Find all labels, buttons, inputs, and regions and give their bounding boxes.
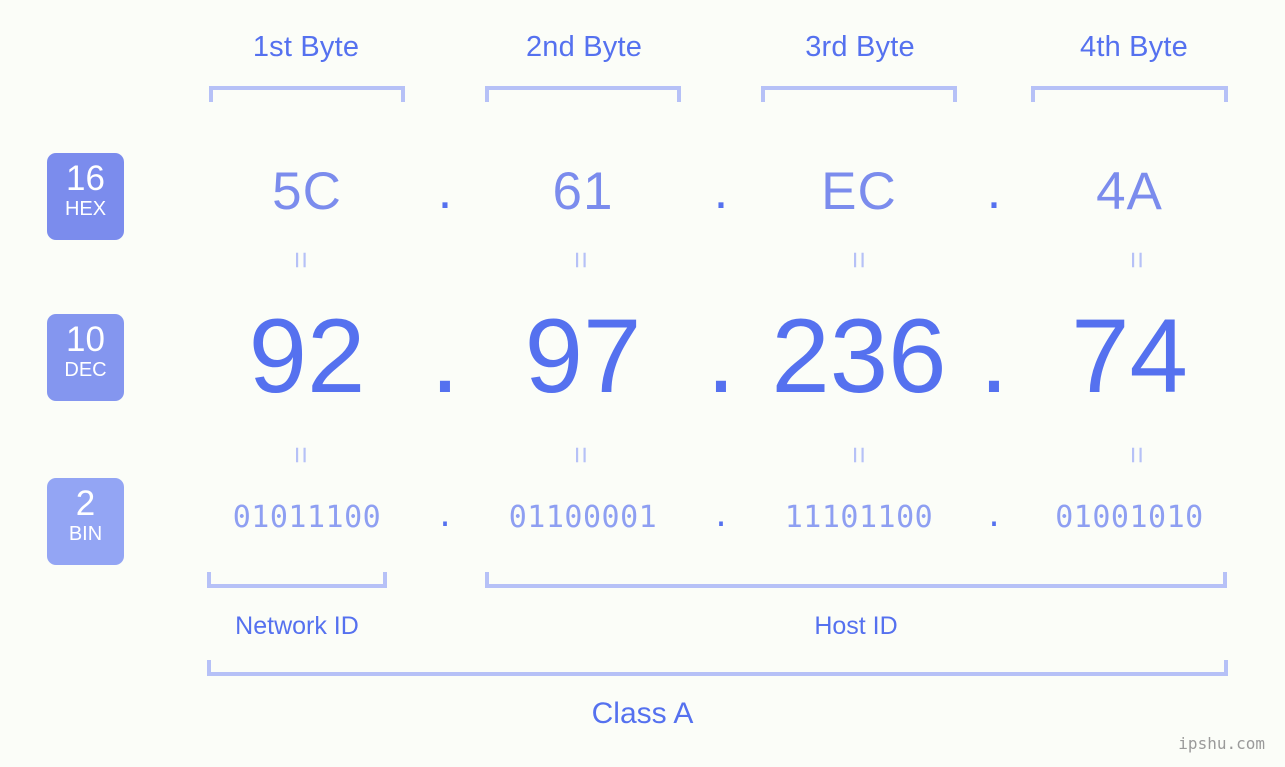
byte-bracket-4 xyxy=(1031,86,1228,102)
base-badge-dec-number: 10 xyxy=(66,320,105,359)
class-bracket xyxy=(207,660,1228,676)
bin-byte-4: 01001010 xyxy=(1055,499,1204,535)
base-badge-bin-name: BIN xyxy=(68,523,103,545)
byte-header-2: 2nd Byte xyxy=(525,31,643,63)
dec-byte-4: 74 xyxy=(1071,298,1188,415)
bin-separator-1: . xyxy=(435,499,455,534)
dec-byte-2: 97 xyxy=(524,298,642,415)
host-id-bracket xyxy=(485,572,1227,588)
network-id-label: Network ID xyxy=(235,612,359,640)
hex-byte-2: 61 xyxy=(552,161,614,221)
hex-byte-3: EC xyxy=(821,161,897,221)
dec-separator-1: . xyxy=(430,298,460,415)
hex-separator-3: . xyxy=(986,161,1002,220)
host-id-label: Host ID xyxy=(814,612,898,640)
dec-separator-2: . xyxy=(706,298,736,415)
base-badge-hex-number: 16 xyxy=(66,159,105,198)
hex-separator-2: . xyxy=(713,161,729,220)
hex-separator-1: . xyxy=(437,161,453,220)
base-badge-bin: 2 BIN xyxy=(47,478,124,565)
equals-dec-bin-1: = xyxy=(284,446,317,464)
base-badge-bin-number: 2 xyxy=(75,484,96,523)
equals-hex-dec-2: = xyxy=(564,251,597,269)
bin-separator-2: . xyxy=(711,499,731,534)
byte-bracket-2 xyxy=(485,86,681,102)
bin-byte-2: 01100001 xyxy=(508,499,658,535)
equals-dec-bin-2: = xyxy=(564,446,597,464)
diagram-canvas: 1st Byte 2nd Byte 3rd Byte 4th Byte 16 H… xyxy=(0,0,1285,767)
bin-value-row: 01011100 . 01100001 . 11101100 . 0100101… xyxy=(148,494,1255,540)
equals-hex-dec-4: = xyxy=(1120,251,1153,269)
byte-header-4: 4th Byte xyxy=(1080,31,1188,63)
byte-bracket-1 xyxy=(209,86,405,102)
hex-byte-1: 5C xyxy=(272,161,342,221)
dec-byte-1: 92 xyxy=(248,298,366,415)
equals-dec-bin-4: = xyxy=(1120,446,1153,464)
base-badge-hex: 16 HEX xyxy=(47,153,124,240)
base-badge-hex-name: HEX xyxy=(64,198,107,220)
equals-hex-dec-1: = xyxy=(284,251,317,269)
equals-dec-bin-3: = xyxy=(842,446,875,464)
base-badge-dec: 10 DEC xyxy=(47,314,124,401)
bin-byte-1: 01011100 xyxy=(232,499,382,535)
hex-value-row: 5C . 61 . EC . 4A xyxy=(148,150,1255,232)
class-label: Class A xyxy=(591,697,694,730)
bin-separator-3: . xyxy=(984,499,1004,534)
dec-value-row: 92 . 97 . 236 . 74 xyxy=(148,296,1255,418)
hex-byte-4: 4A xyxy=(1096,161,1163,221)
dec-byte-3: 236 xyxy=(771,298,947,415)
byte-bracket-3 xyxy=(761,86,957,102)
byte-header-3: 3rd Byte xyxy=(805,31,915,63)
bin-byte-3: 11101100 xyxy=(784,499,934,535)
equals-hex-dec-3: = xyxy=(842,251,875,269)
site-watermark: ipshu.com xyxy=(1178,734,1265,753)
base-badge-dec-name: DEC xyxy=(64,359,107,381)
network-id-bracket xyxy=(207,572,387,588)
dec-separator-3: . xyxy=(979,298,1009,415)
byte-header-1: 1st Byte xyxy=(252,31,360,63)
